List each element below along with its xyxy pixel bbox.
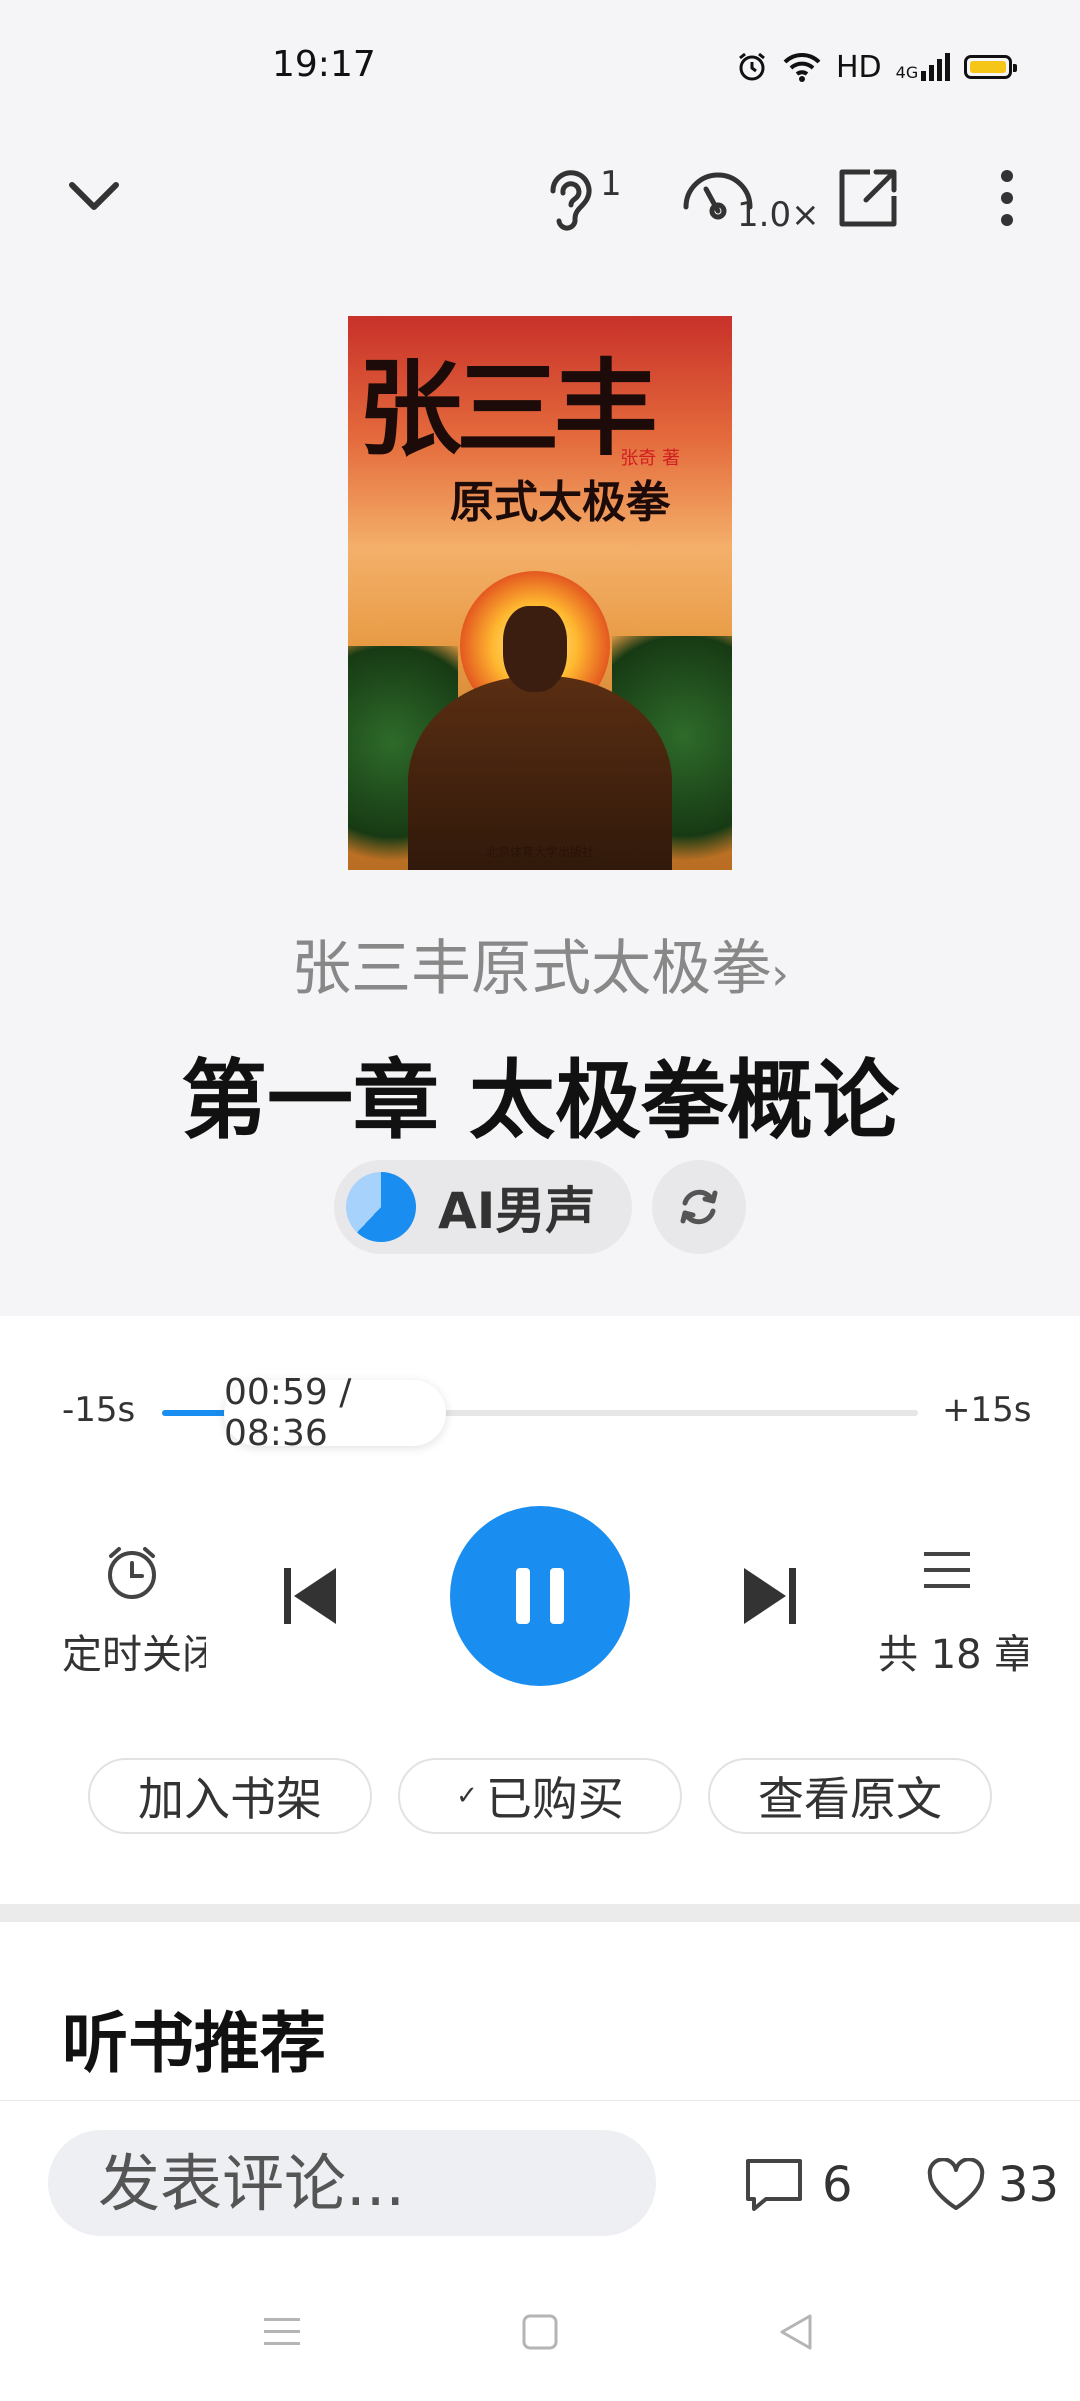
nav-menu-button[interactable]	[262, 2312, 302, 2352]
back-triangle-icon	[780, 2314, 812, 2350]
refresh-icon	[680, 1189, 718, 1225]
network-label: HD	[836, 49, 882, 85]
forward-15-button[interactable]: +15s	[942, 1390, 1031, 1430]
check-icon: ✓	[456, 1781, 478, 1811]
collapse-button[interactable]	[54, 160, 134, 230]
voice-selector[interactable]: AI男声	[334, 1160, 632, 1254]
view-original-button[interactable]: 查看原文	[708, 1758, 992, 1834]
chevron-right-icon: ›	[771, 949, 789, 1000]
like-button[interactable]: 33	[926, 2150, 1059, 2220]
signal-icon: 4G	[896, 53, 951, 81]
add-to-shelf-label: 加入书架	[138, 1772, 322, 1826]
voice-avatar-icon	[346, 1172, 416, 1242]
share-button[interactable]	[830, 160, 906, 236]
nav-home-button[interactable]	[520, 2312, 560, 2352]
pause-icon-bar	[550, 1568, 564, 1624]
menu-icon	[264, 2318, 300, 2345]
purchased-label: 已购买	[485, 1772, 624, 1826]
chapter-count-label: 共 18 章	[878, 1632, 1028, 1678]
cover-statue-head	[503, 606, 567, 692]
nav-back-button[interactable]	[776, 2312, 816, 2352]
book-title: 张三丰原式太极拳	[291, 934, 772, 1004]
ear-button[interactable]	[534, 160, 604, 240]
book-title-link[interactable]: 张三丰原式太极拳›	[0, 920, 1080, 1007]
heart-icon	[927, 2158, 985, 2210]
recommend-title: 听书推荐	[62, 2005, 326, 2082]
voice-label: AI男声	[438, 1182, 596, 1240]
section-divider	[0, 1904, 1080, 1922]
chapter-title: 第一章 太极拳概论	[181, 1051, 899, 1151]
comment-input[interactable]	[48, 2130, 656, 2236]
cover-title: 张三丰	[358, 347, 658, 470]
ear-icon	[550, 170, 592, 231]
status-icons: HD 4G	[736, 44, 1018, 90]
status-time: 19:17	[272, 44, 376, 85]
speed-label: 1.0×	[737, 195, 820, 235]
pause-icon	[516, 1568, 530, 1624]
switch-voice-button[interactable]	[652, 1160, 746, 1254]
cover-subtitle: 原式太极拳	[450, 477, 670, 528]
view-original-label: 查看原文	[758, 1772, 942, 1826]
comments-button[interactable]: 6	[744, 2150, 853, 2220]
add-to-shelf-button[interactable]: 加入书架	[88, 1758, 372, 1834]
time-display: 00:59 / 08:36	[224, 1372, 352, 1454]
list-icon	[924, 1552, 970, 1588]
comment-count: 6	[822, 2157, 853, 2213]
like-count: 33	[998, 2157, 1060, 2213]
progress-thumb[interactable]: 00:59 / 08:36	[224, 1372, 446, 1454]
wifi-icon	[783, 52, 821, 82]
cover-publisher: 北京体育大学出版社	[485, 845, 594, 859]
sleep-timer-button[interactable]: 定时关闭	[60, 1544, 210, 1678]
more-vertical-icon	[1001, 170, 1013, 226]
comment-icon	[746, 2159, 802, 2211]
next-chapter-button[interactable]	[740, 1560, 800, 1632]
purchased-button[interactable]: ✓ 已购买	[398, 1758, 682, 1834]
skip-previous-icon	[284, 1568, 336, 1624]
share-icon	[839, 169, 897, 227]
listener-count: 1	[600, 164, 622, 204]
skip-next-icon	[744, 1568, 796, 1624]
sleep-timer-label: 定时关闭	[62, 1632, 206, 1678]
chevron-down-icon	[69, 182, 119, 210]
previous-chapter-button[interactable]	[280, 1560, 340, 1632]
more-button[interactable]	[980, 160, 1034, 236]
battery-icon	[964, 55, 1018, 79]
pause-button[interactable]	[450, 1506, 630, 1686]
alarm-icon	[739, 52, 765, 81]
chapter-list-button[interactable]: 共 18 章	[870, 1544, 1028, 1678]
home-square-icon	[522, 2314, 558, 2350]
alarm-clock-icon	[108, 1547, 156, 1599]
book-cover[interactable]: 张三丰 张奇 著 原式太极拳 北京体育大学出版社	[348, 316, 732, 870]
signal-label: 4G	[895, 63, 919, 82]
rewind-15-button[interactable]: -15s	[62, 1390, 135, 1430]
cover-statue	[408, 676, 672, 870]
